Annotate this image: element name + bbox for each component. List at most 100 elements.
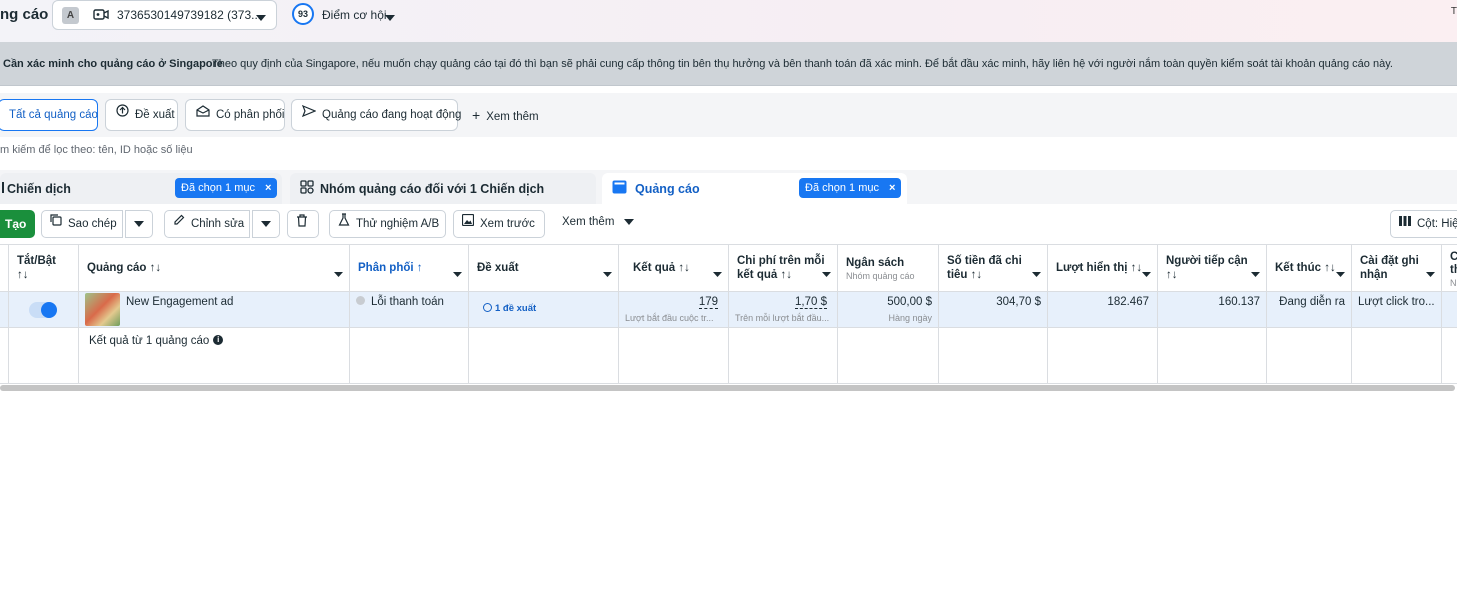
col-toggle[interactable]: Tắt/Bật ↑↓: [9, 245, 79, 293]
create-button[interactable]: Tạo: [0, 210, 35, 238]
suggestion-link[interactable]: 1 đề xuất: [483, 302, 536, 314]
columns-button[interactable]: Cột: Hiệ: [1390, 210, 1457, 238]
plus-icon: +: [472, 107, 481, 123]
copy-menu-button[interactable]: [125, 210, 153, 238]
top-header: ng cáo A 3736530149739182 (373... 93 Điể…: [0, 0, 1457, 42]
preview-button[interactable]: Xem trước: [453, 210, 545, 238]
summary-label: Kết quả từ 1 quảng cáo i: [89, 334, 224, 347]
chevron-down-icon[interactable]: [1336, 266, 1345, 280]
summary-row: Kết quả từ 1 quảng cáo i: [0, 328, 1457, 384]
results-type: Lượt bắt đầu cuộc tr...: [625, 313, 714, 323]
tab-ads[interactable]: Quảng cáo Đã chọn 1 mục ×: [602, 173, 907, 204]
envelope-icon: [196, 99, 210, 129]
search-input[interactable]: m kiếm để lọc theo: tên, ID hoặc số liệu: [0, 138, 1457, 164]
chevron-down-icon[interactable]: [713, 266, 722, 280]
col-attribution[interactable]: Cài đặt ghi nhận: [1352, 245, 1442, 293]
col-ends[interactable]: Kết thúc ↑↓: [1267, 245, 1352, 293]
filter-delivering[interactable]: Có phân phối: [185, 99, 285, 131]
budget-value: 500,00 $: [887, 296, 932, 308]
filter-more-label: Xem thêm: [486, 111, 539, 123]
opportunity-score-label[interactable]: Điểm cơ hội: [322, 8, 387, 22]
tab-ad-sets[interactable]: Nhóm quảng cáo đối với 1 Chiến dịch: [290, 173, 596, 204]
col-budget[interactable]: Ngân sách Nhóm quảng cáo: [838, 245, 939, 293]
ab-test-button[interactable]: Thử nghiệm A/B: [329, 210, 446, 238]
delivery-status: Lỗi thanh toán: [356, 296, 444, 308]
results-value: 179: [698, 296, 718, 309]
verification-banner: Cần xác minh cho quảng cáo ở Singapore T…: [0, 42, 1457, 86]
col-impressions[interactable]: Lượt hiển thị ↑↓: [1048, 245, 1158, 293]
ad-selected-chip[interactable]: Đã chọn 1 mục ×: [799, 178, 902, 198]
account-selector[interactable]: A 3736530149739182 (373...: [52, 0, 277, 30]
more-actions-button[interactable]: Xem thêm: [562, 216, 634, 228]
status-dot-icon: [356, 296, 365, 306]
chevron-down-icon[interactable]: [822, 266, 831, 280]
info-icon[interactable]: i: [213, 334, 224, 345]
chevron-down-icon[interactable]: [1426, 266, 1435, 280]
ads-table: Tắt/Bật ↑↓ Quảng cáo ↑↓ Phân phối ↑ Đề x…: [0, 244, 1457, 384]
chevron-down-icon[interactable]: [385, 10, 395, 24]
row-checkbox[interactable]: [0, 292, 9, 327]
filter-pills: Tất cả quảng cáo Đề xuất Có phân phối Qu…: [0, 93, 1457, 137]
tab-campaigns-label: Chiến dịch: [0, 182, 71, 196]
delete-button[interactable]: [287, 210, 319, 238]
chevron-down-icon[interactable]: [1251, 266, 1260, 280]
row-results-cell: 179 Lượt bắt đầu cuộc tr...: [619, 292, 729, 327]
filter-active-ads[interactable]: Quảng cáo đang hoạt động: [291, 99, 462, 131]
attribution-value: Lượt click tro...: [1358, 296, 1435, 308]
row-delivery-cell: Lỗi thanh toán: [350, 292, 469, 327]
chevron-down-icon: [261, 218, 271, 230]
account-avatar: A: [62, 7, 79, 24]
col-ad-name[interactable]: Quảng cáo ↑↓: [79, 245, 350, 293]
copy-button[interactable]: Sao chép: [41, 210, 123, 238]
summary-cell: [729, 328, 838, 383]
chevron-down-icon: [256, 10, 266, 24]
edit-button[interactable]: Chỉnh sửa: [164, 210, 250, 238]
copy-icon: [50, 210, 62, 236]
col-extra[interactable]: C th N: [1442, 245, 1457, 293]
col-cost-per-result[interactable]: Chi phí trên mỗi kết quả ↑↓: [729, 245, 838, 293]
row-reach-cell: 160.137: [1158, 292, 1267, 327]
table-row[interactable]: New Engagement ad Lỗi thanh toán 1 đề xu…: [0, 292, 1457, 328]
filter-all-ads[interactable]: Tất cả quảng cáo: [0, 99, 98, 131]
campaign-selected-chip[interactable]: Đã chọn 1 mục ×: [175, 178, 278, 198]
filter-suggestions-label: Đề xuất: [135, 109, 175, 121]
filter-active-ads-label: Quảng cáo đang hoạt động: [322, 109, 462, 121]
col-delivery[interactable]: Phân phối ↑: [350, 245, 469, 293]
col-amount-spent[interactable]: Số tiền đã chi tiêu ↑↓: [939, 245, 1048, 293]
opportunity-score[interactable]: 93: [292, 3, 314, 25]
cpr-value: 1,70 $: [795, 296, 827, 309]
edit-menu-button[interactable]: [252, 210, 280, 238]
col-reach[interactable]: Người tiếp cận ↑↓: [1158, 245, 1267, 293]
ad-name-link[interactable]: New Engagement ad: [126, 296, 233, 308]
filter-suggestions[interactable]: Đề xuất: [105, 99, 178, 131]
chevron-down-icon: [623, 216, 634, 228]
edit-label: Chỉnh sửa: [191, 218, 245, 230]
col-results[interactable]: Kết quả ↑↓: [619, 245, 729, 293]
spent-value: 304,70 $: [996, 296, 1041, 308]
ad-account-icon: [93, 8, 109, 25]
chevron-down-icon[interactable]: [1142, 266, 1151, 280]
summary-cell: [1158, 328, 1267, 383]
banner-title: Cần xác minh cho quảng cáo ở Singapore: [3, 58, 223, 70]
summary-cell: [469, 328, 619, 383]
filter-more-button[interactable]: + Xem thêm: [472, 107, 539, 123]
folder-icon: [0, 182, 4, 193]
tab-campaigns[interactable]: Chiến dịch Đã chọn 1 mục ×: [0, 173, 282, 204]
chevron-down-icon[interactable]: [453, 266, 462, 280]
row-toggle-cell: [9, 292, 79, 327]
ad-toggle[interactable]: [29, 302, 57, 318]
chevron-down-icon[interactable]: [334, 266, 343, 280]
horizontal-scrollbar[interactable]: [0, 385, 1455, 391]
chevron-down-icon[interactable]: [1032, 266, 1041, 280]
ab-test-label: Thử nghiệm A/B: [356, 218, 440, 230]
flask-icon: [338, 210, 350, 236]
col-suggestions[interactable]: Đề xuất: [469, 245, 619, 293]
level-tabs: Chiến dịch Đã chọn 1 mục × Nhóm quảng cáo…: [0, 170, 1457, 204]
account-id: 3736530149739182 (373...: [117, 8, 262, 22]
summary-cell: [619, 328, 729, 383]
close-icon[interactable]: ×: [889, 182, 895, 194]
row-suggestion-cell: 1 đề xuất: [469, 292, 619, 327]
chevron-down-icon[interactable]: [603, 266, 612, 280]
close-icon[interactable]: ×: [265, 182, 271, 194]
summary-cell: [350, 328, 469, 383]
